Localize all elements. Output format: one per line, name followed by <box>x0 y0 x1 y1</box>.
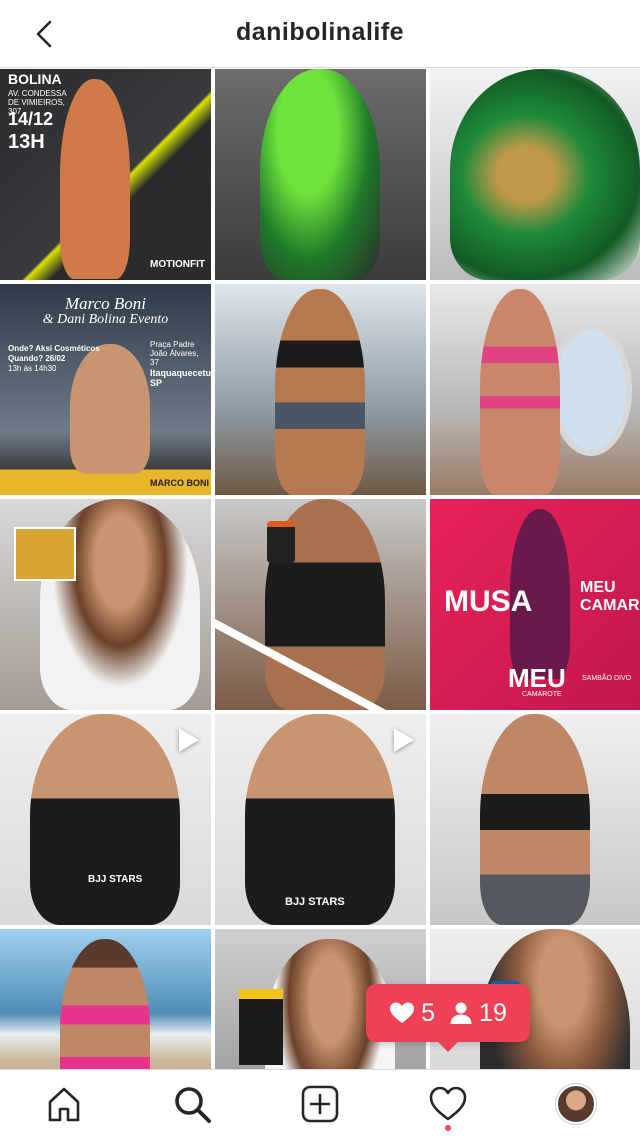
post-thumbnail[interactable] <box>0 929 211 1069</box>
post-grid: BOLINA AV. CONDESSA DE VIMIEIROS, 307 14… <box>0 69 640 1069</box>
post-caption-text: 14/12 <box>8 109 54 129</box>
post-thumbnail[interactable] <box>430 69 640 280</box>
activity-notification-bubble[interactable]: 5 19 <box>366 984 530 1052</box>
bottom-tab-bar <box>0 1069 640 1138</box>
post-caption-text: & Dani Bolina Evento <box>42 312 169 327</box>
post-subject <box>70 344 150 474</box>
post-caption-text: MEU <box>508 663 566 693</box>
post-caption-text: 13h às 14h30 <box>8 364 57 373</box>
home-icon <box>48 1087 80 1122</box>
tab-profile[interactable] <box>554 1082 598 1126</box>
follows-count: 19 <box>479 998 507 1027</box>
post-caption-text: 13H <box>8 131 45 153</box>
post-caption-text: MOTIONFIT <box>150 259 205 270</box>
post-thumbnail[interactable]: BOLINA AV. CONDESSA DE VIMIEIROS, 307 14… <box>0 69 211 280</box>
post-thumbnail[interactable] <box>215 499 426 710</box>
post-thumbnail[interactable] <box>0 499 211 710</box>
post-subject <box>480 714 590 925</box>
post-caption-text: MUSA <box>444 585 533 618</box>
product-box <box>239 989 283 1065</box>
post-caption-text: Itaquaquecetuba SP <box>150 368 211 388</box>
post-subject <box>245 714 395 925</box>
post-caption-text: Marco Boni <box>64 294 147 313</box>
video-indicator-icon <box>394 728 414 752</box>
post-subject <box>260 69 380 280</box>
tab-new-post[interactable] <box>298 1082 342 1126</box>
post-caption-text: DIVO <box>614 675 632 682</box>
tab-activity[interactable] <box>426 1082 470 1126</box>
person-icon <box>450 1002 472 1024</box>
video-indicator-icon <box>179 728 199 752</box>
search-icon <box>175 1087 211 1123</box>
post-thumbnail[interactable] <box>430 284 640 495</box>
post-subject <box>480 289 560 495</box>
post-subject <box>30 714 180 925</box>
activity-heart-icon <box>429 1086 467 1121</box>
post-caption-text: MARCO BONI <box>150 478 209 488</box>
post-caption-text: Onde? Aksi Cosméticos <box>8 344 100 353</box>
post-thumbnail[interactable]: BJJ STARS <box>215 714 426 925</box>
post-subject <box>275 289 365 495</box>
post-caption-text: BJJ STARS <box>285 896 345 908</box>
post-caption-text: Praça Padre João Álvares, 37 <box>150 340 199 367</box>
top-bar: danibolinalife <box>0 0 640 68</box>
post-caption-text: MEU CAMAROTE <box>580 579 640 614</box>
post-caption-text: CAMAROTE <box>522 691 562 698</box>
post-caption-text: BJJ STARS <box>88 874 143 885</box>
post-thumbnail[interactable]: Marco Boni & Dani Bolina Evento Onde? Ak… <box>0 284 211 495</box>
post-thumbnail[interactable]: MUSA MEU CAMAROTE MEU CAMAROTE SAMBÃO DI… <box>430 499 640 710</box>
post-caption-text: SAMBÃO <box>582 675 612 682</box>
post-subject <box>450 69 640 280</box>
likes-count: 5 <box>421 998 436 1027</box>
activity-notification-dot <box>445 1125 451 1131</box>
follows-count-group: 19 <box>449 999 507 1028</box>
avatar <box>556 1084 596 1124</box>
post-caption-text: BOLINA <box>8 71 62 87</box>
post-thumbnail[interactable] <box>215 69 426 280</box>
post-thumbnail[interactable] <box>430 714 640 925</box>
product-box <box>14 527 76 581</box>
likes-count-group: 5 <box>389 999 435 1028</box>
profile-username-title[interactable]: danibolinalife <box>0 18 640 47</box>
post-thumbnail[interactable]: BJJ STARS <box>0 714 211 925</box>
post-thumbnail[interactable] <box>215 284 426 495</box>
post-caption-text: Quando? 26/02 <box>8 354 66 363</box>
heart-icon <box>390 1002 415 1023</box>
tab-search[interactable] <box>170 1082 214 1126</box>
new-post-icon <box>301 1085 339 1123</box>
post-subject <box>550 324 632 456</box>
product-jar <box>267 521 295 563</box>
tab-home[interactable] <box>42 1082 86 1126</box>
